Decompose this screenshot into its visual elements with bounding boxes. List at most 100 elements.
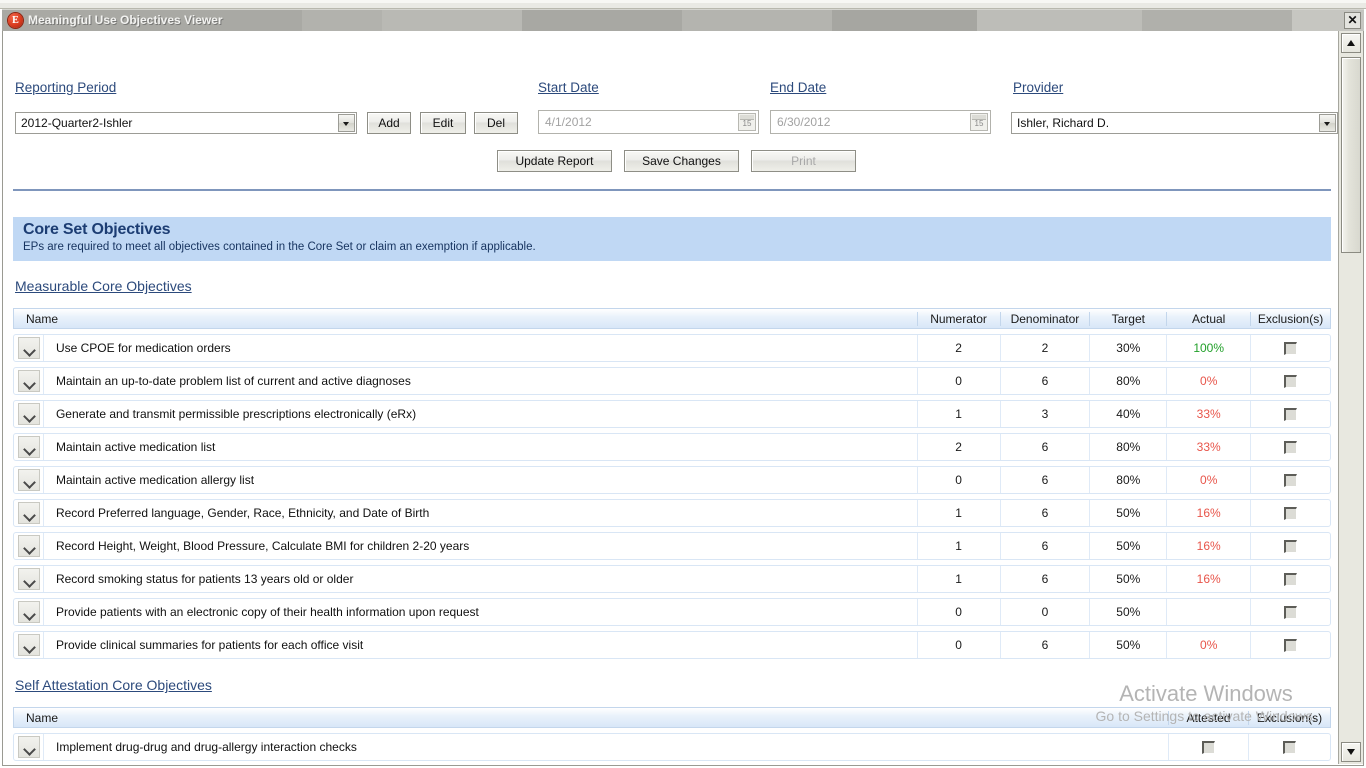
row-expander-cell <box>14 566 44 592</box>
end-date-label: End Date <box>770 80 826 95</box>
table-row[interactable]: Record Height, Weight, Blood Pressure, C… <box>13 532 1331 560</box>
attested-checkbox[interactable] <box>1202 741 1215 754</box>
end-date-input[interactable]: 6/30/2012 15 <box>770 110 991 134</box>
column-header-exclusion-s[interactable]: Exclusion(s) <box>1251 312 1330 326</box>
table-row[interactable]: Use CPOE for medication orders2230%100% <box>13 334 1331 362</box>
chevron-down-icon[interactable] <box>18 370 40 392</box>
target-value: 30% <box>1090 335 1167 361</box>
table-row[interactable]: Record smoking status for patients 13 ye… <box>13 565 1331 593</box>
column-header-target[interactable]: Target <box>1090 312 1167 326</box>
del-button[interactable]: Del <box>474 112 518 134</box>
start-date-input[interactable]: 4/1/2012 15 <box>538 110 759 134</box>
chevron-down-icon[interactable] <box>18 337 40 359</box>
table-row[interactable]: Maintain active medication allergy list0… <box>13 466 1331 494</box>
chevron-down-icon[interactable] <box>18 535 40 557</box>
actual-value: 16% <box>1167 500 1251 526</box>
exclusion-checkbox[interactable] <box>1284 474 1297 487</box>
objective-name: Record Preferred language, Gender, Race,… <box>44 500 918 526</box>
numerator-value: 1 <box>918 500 1001 526</box>
target-value: 50% <box>1090 500 1167 526</box>
exclusion-checkbox[interactable] <box>1283 741 1296 754</box>
table-row[interactable]: Record Preferred language, Gender, Race,… <box>13 499 1331 527</box>
chevron-down-icon[interactable] <box>18 736 40 758</box>
table-row[interactable]: Implement drug-drug and drug-allergy int… <box>13 733 1331 761</box>
denominator-value: 6 <box>1001 500 1091 526</box>
row-expander-cell <box>14 734 44 760</box>
actual-value: 33% <box>1167 401 1251 427</box>
exclusion-checkbox[interactable] <box>1284 606 1297 619</box>
exclusion-checkbox[interactable] <box>1284 540 1297 553</box>
denominator-value: 0 <box>1001 599 1091 625</box>
chevron-down-icon[interactable] <box>18 502 40 524</box>
exclusion-checkbox[interactable] <box>1284 408 1297 421</box>
column-header-attested[interactable]: Attested <box>1169 711 1249 725</box>
exclusion-checkbox[interactable] <box>1284 375 1297 388</box>
target-value: 80% <box>1090 368 1167 394</box>
exclusion-cell <box>1251 467 1330 493</box>
update-report-button[interactable]: Update Report <box>497 150 612 172</box>
scroll-up-button[interactable] <box>1341 33 1361 53</box>
objective-name: Maintain active medication list <box>44 434 918 460</box>
column-header-actual[interactable]: Actual <box>1167 312 1251 326</box>
chevron-down-icon[interactable] <box>18 634 40 656</box>
measurable-core-objectives-link[interactable]: Measurable Core Objectives <box>15 278 192 294</box>
vertical-scrollbar[interactable] <box>1338 31 1363 764</box>
chevron-down-icon[interactable] <box>1319 114 1336 132</box>
column-header-name[interactable]: Name <box>14 711 1169 725</box>
chevron-down-icon[interactable] <box>338 114 355 132</box>
exclusion-checkbox[interactable] <box>1284 507 1297 520</box>
save-changes-button[interactable]: Save Changes <box>624 150 739 172</box>
exclusion-checkbox[interactable] <box>1284 342 1297 355</box>
reporting-period-select[interactable]: 2012-Quarter2-Ishler <box>15 112 357 134</box>
column-header-numerator[interactable]: Numerator <box>918 312 1001 326</box>
add-button[interactable]: Add <box>367 112 411 134</box>
numerator-value: 0 <box>918 368 1001 394</box>
exclusion-checkbox[interactable] <box>1284 441 1297 454</box>
exclusion-checkbox[interactable] <box>1284 573 1297 586</box>
chevron-down-icon[interactable] <box>18 436 40 458</box>
objective-name: Provide clinical summaries for patients … <box>44 632 918 658</box>
chevron-down-icon[interactable] <box>18 601 40 623</box>
denominator-value: 6 <box>1001 632 1091 658</box>
table-row[interactable]: Provide clinical summaries for patients … <box>13 631 1331 659</box>
calendar-icon[interactable]: 15 <box>970 113 988 131</box>
table-row[interactable]: Provide patients with an electronic copy… <box>13 598 1331 626</box>
calendar-icon[interactable]: 15 <box>738 113 756 131</box>
row-expander-cell <box>14 500 44 526</box>
exclusion-checkbox[interactable] <box>1284 639 1297 652</box>
column-header-denominator[interactable]: Denominator <box>1001 312 1091 326</box>
row-expander-cell <box>14 335 44 361</box>
chevron-down-icon[interactable] <box>18 568 40 590</box>
numerator-value: 0 <box>918 599 1001 625</box>
numerator-value: 1 <box>918 401 1001 427</box>
actual-value: 16% <box>1167 566 1251 592</box>
provider-select[interactable]: Ishler, Richard D. <box>1011 112 1338 134</box>
column-header-exclusion-s[interactable]: Exclusion(s) <box>1249 711 1330 725</box>
scrollbar-thumb[interactable] <box>1341 57 1361 253</box>
objective-name: Use CPOE for medication orders <box>44 335 918 361</box>
objective-name: Record Height, Weight, Blood Pressure, C… <box>44 533 918 559</box>
table-row[interactable]: Generate and transmit permissible prescr… <box>13 400 1331 428</box>
chevron-down-icon[interactable] <box>18 469 40 491</box>
grid-header-row: NameNumeratorDenominatorTargetActualExcl… <box>13 308 1331 329</box>
numerator-value: 2 <box>918 434 1001 460</box>
end-date-value: 6/30/2012 <box>777 115 830 129</box>
self-attestation-core-objectives-link[interactable]: Self Attestation Core Objectives <box>15 677 212 693</box>
objective-name: Maintain active medication allergy list <box>44 467 918 493</box>
close-icon[interactable]: ✕ <box>1344 12 1361 29</box>
measurable-core-objectives-grid: NameNumeratorDenominatorTargetActualExcl… <box>13 308 1331 659</box>
column-header-name[interactable]: Name <box>14 312 918 326</box>
denominator-value: 3 <box>1001 401 1091 427</box>
actual-value: 33% <box>1167 434 1251 460</box>
objective-name: Record smoking status for patients 13 ye… <box>44 566 918 592</box>
scroll-down-button[interactable] <box>1341 742 1361 762</box>
chevron-down-icon[interactable] <box>18 403 40 425</box>
edit-button[interactable]: Edit <box>420 112 466 134</box>
triangle-up-icon <box>1347 40 1355 46</box>
application-window: E Meaningful Use Objectives Viewer ✕ Rep… <box>0 0 1366 768</box>
window-top-strip <box>0 0 1366 9</box>
table-row[interactable]: Maintain active medication list2680%33% <box>13 433 1331 461</box>
table-row[interactable]: Maintain an up-to-date problem list of c… <box>13 367 1331 395</box>
target-value: 40% <box>1090 401 1167 427</box>
target-value: 50% <box>1090 533 1167 559</box>
